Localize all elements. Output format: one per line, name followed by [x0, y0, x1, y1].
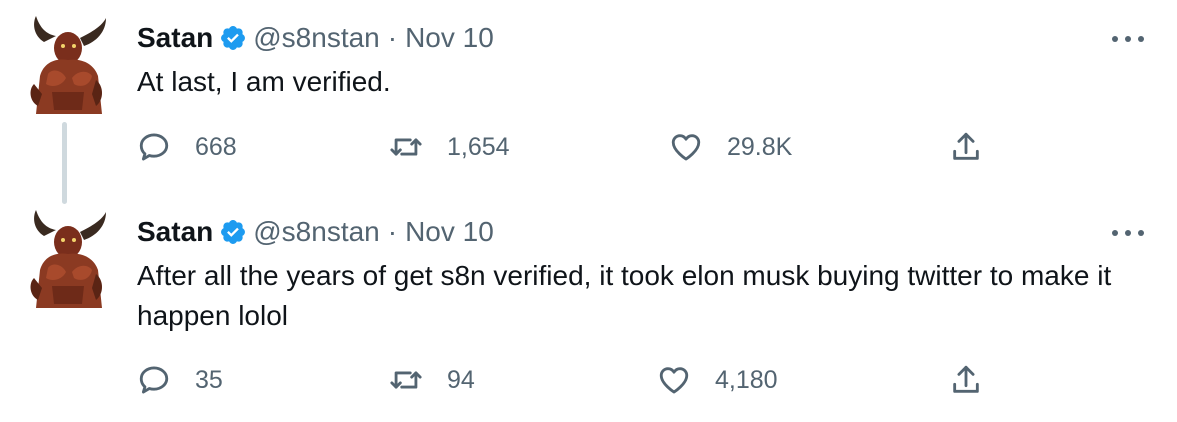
author-handle[interactable]: @s8nstan [253, 22, 380, 54]
tweet-text: After all the years of get s8n verified,… [137, 260, 1112, 331]
more-icon[interactable] [1112, 33, 1144, 45]
reply-count: 35 [195, 365, 223, 394]
retweet-icon [390, 371, 422, 389]
action-bar: 668 1,654 29.8K [137, 127, 997, 167]
share-button[interactable] [949, 360, 983, 400]
retweet-button[interactable]: 94 [389, 360, 475, 400]
like-count: 29.8K [727, 132, 793, 161]
action-bar: 35 94 4,180 [137, 360, 997, 400]
like-icon [671, 134, 701, 161]
share-button[interactable] [949, 127, 983, 167]
tweet-header: Satan @s8nstan · Nov 10 [137, 18, 494, 58]
avatar[interactable] [22, 208, 110, 308]
author-handle[interactable]: @s8nstan [253, 216, 380, 248]
author-name[interactable]: Satan [137, 22, 213, 54]
retweet-count: 1,654 [447, 132, 510, 161]
tweet-header: Satan @s8nstan · Nov 10 [137, 212, 494, 252]
avatar[interactable] [22, 14, 110, 114]
like-button[interactable]: 29.8K [669, 127, 792, 167]
reply-button[interactable]: 35 [137, 360, 223, 400]
like-icon [659, 367, 689, 394]
retweet-count: 94 [447, 365, 475, 394]
share-icon [953, 132, 979, 160]
tweet-date[interactable]: Nov 10 [405, 22, 494, 54]
reply-icon [139, 366, 169, 394]
share-icon [953, 365, 979, 393]
separator-dot: · [387, 22, 398, 53]
reply-button[interactable]: 668 [137, 127, 237, 167]
reply-icon [139, 133, 169, 161]
like-count: 4,180 [715, 365, 778, 394]
tweet-date[interactable]: Nov 10 [405, 216, 494, 248]
retweet-button[interactable]: 1,654 [389, 127, 510, 167]
more-icon[interactable] [1112, 227, 1144, 239]
reply-count: 668 [195, 132, 237, 161]
separator-dot: · [387, 216, 398, 247]
thread-connector [62, 122, 67, 204]
author-name[interactable]: Satan [137, 216, 213, 248]
verified-badge-icon [221, 220, 246, 244]
like-button[interactable]: 4,180 [657, 360, 778, 400]
retweet-icon [390, 138, 422, 156]
verified-badge-icon [221, 26, 246, 50]
tweet-text: At last, I am verified. [137, 66, 391, 97]
